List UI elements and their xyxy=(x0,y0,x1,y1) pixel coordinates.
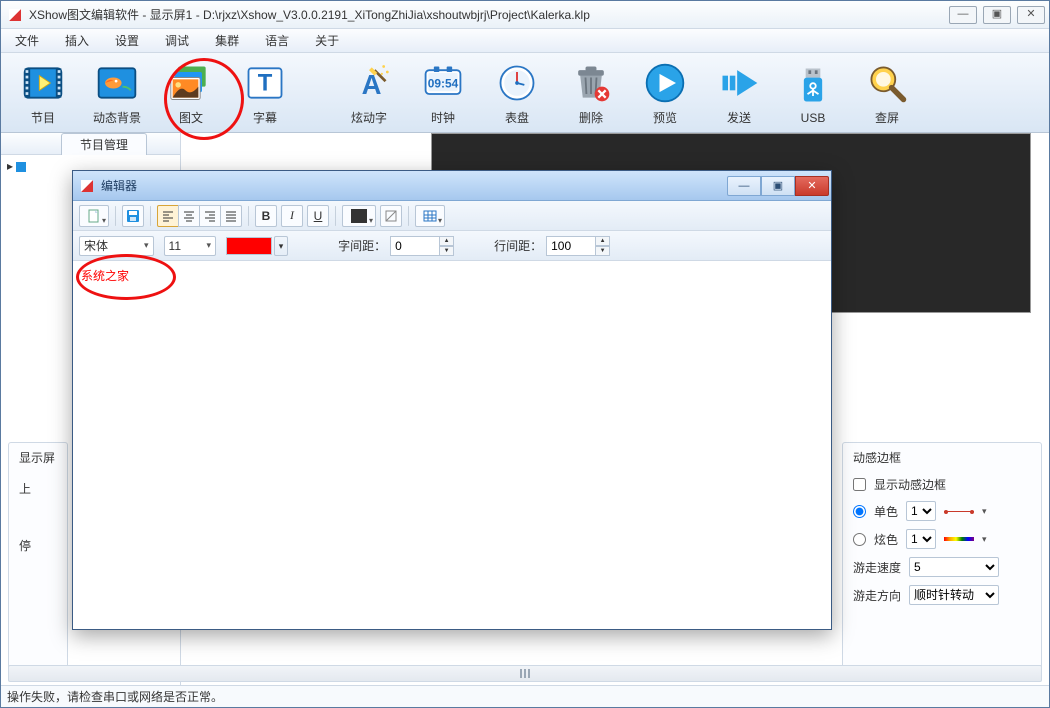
menu-language[interactable]: 语言 xyxy=(265,32,289,49)
new-doc-button[interactable] xyxy=(79,205,109,227)
align-right-button[interactable] xyxy=(199,205,221,227)
underline-button[interactable]: U xyxy=(307,205,329,227)
border-gradient-preview xyxy=(944,537,974,541)
close-button[interactable]: ✕ xyxy=(1017,6,1045,24)
editor-toolbar-2: 宋体▾ 11▾ ▾ 字间距： ▲▼ 行间距： ▲▼ xyxy=(73,231,831,261)
italic-button[interactable]: I xyxy=(281,205,303,227)
tb-usb[interactable]: USB xyxy=(777,56,849,130)
tb-send[interactable]: 发送 xyxy=(703,56,775,130)
border-speed-select[interactable]: 5 xyxy=(909,557,999,577)
line-spacing-field: 行间距： ▲▼ xyxy=(494,236,610,256)
border-panel: 动感边框 显示动感边框 单色 1 ▾ 炫色 1 ▾ 游走速度 5 xyxy=(842,442,1042,680)
editor-close-button[interactable]: ✕ xyxy=(795,176,829,196)
line-spacing-input[interactable] xyxy=(546,236,596,256)
editor-text-area[interactable]: 系统之家 xyxy=(73,261,831,629)
font-family-combo[interactable]: 宋体▾ xyxy=(79,236,154,256)
statusbar: 操作失败，请检查串口或网络是否正常。 xyxy=(1,685,1049,707)
align-center-button[interactable] xyxy=(178,205,200,227)
line-spacing-spinner[interactable]: ▲▼ xyxy=(596,236,610,256)
svg-text:09:54: 09:54 xyxy=(428,77,459,91)
border-gradient-label: 炫色 xyxy=(874,531,898,548)
border-dir-label: 游走方向 xyxy=(853,587,901,604)
display-panel: 显示屏 上 停 xyxy=(8,442,68,680)
editor-sample-text: 系统之家 xyxy=(81,269,129,283)
border-dir-select[interactable]: 顺时针转动 xyxy=(909,585,999,605)
align-group xyxy=(157,205,242,227)
align-justify-button[interactable] xyxy=(220,205,242,227)
editor-icon xyxy=(79,178,95,194)
svg-text:T: T xyxy=(258,69,273,96)
align-left-button[interactable] xyxy=(157,205,179,227)
char-spacing-field: 字间距： ▲▼ xyxy=(338,236,454,256)
display-panel-title: 显示屏 xyxy=(19,449,57,466)
tb-dynamic-bg[interactable]: 动态背景 xyxy=(81,56,153,130)
editor-maximize-button[interactable]: ▣ xyxy=(761,176,795,196)
border-solid-preview xyxy=(944,511,974,512)
tb-animated-text[interactable]: A 炫动字 xyxy=(333,56,405,130)
editor-window-buttons: — ▣ ✕ xyxy=(727,176,829,196)
tb-subtitle[interactable]: T 字幕 xyxy=(229,56,301,130)
editor-window: 编辑器 — ▣ ✕ B I U 宋体▾ 11▾ ▾ 字间距 xyxy=(72,170,832,630)
display-panel-row1: 上 xyxy=(19,480,57,497)
editor-toolbar-1: B I U xyxy=(73,201,831,231)
window-title: XShow图文编辑软件 - 显示屏1 - D:\rjxz\Xshow_V3.0.… xyxy=(29,6,590,23)
tb-dial[interactable]: 表盘 xyxy=(481,56,553,130)
border-speed-label: 游走速度 xyxy=(853,559,901,576)
save-button[interactable] xyxy=(122,205,144,227)
main-titlebar: XShow图文编辑软件 - 显示屏1 - D:\rjxz\Xshow_V3.0.… xyxy=(1,1,1049,29)
status-text: 操作失败，请检查串口或网络是否正常。 xyxy=(7,688,223,705)
font-color-combo[interactable]: ▾ xyxy=(226,236,288,256)
tree-tab-bar: 节目管理 xyxy=(1,133,180,155)
char-spacing-input[interactable] xyxy=(390,236,440,256)
menu-insert[interactable]: 插入 xyxy=(65,32,89,49)
bold-button[interactable]: B xyxy=(255,205,277,227)
tb-clock[interactable]: 09:54 时钟 xyxy=(407,56,479,130)
char-spacing-spinner[interactable]: ▲▼ xyxy=(440,236,454,256)
minimize-button[interactable]: — xyxy=(949,6,977,24)
tb-inspect-screen[interactable]: 查屏 xyxy=(851,56,923,130)
tb-delete[interactable]: 删除 xyxy=(555,56,627,130)
border-solid-radio[interactable] xyxy=(853,505,866,518)
window-buttons: — ▣ ✕ xyxy=(949,6,1045,24)
border-gradient-select[interactable]: 1 xyxy=(906,529,936,549)
editor-titlebar[interactable]: 编辑器 — ▣ ✕ xyxy=(73,171,831,201)
editor-minimize-button[interactable]: — xyxy=(727,176,761,196)
font-size-combo[interactable]: 11▾ xyxy=(164,236,217,256)
menubar: 文件 插入 设置 调试 集群 语言 关于 xyxy=(1,29,1049,53)
menu-about[interactable]: 关于 xyxy=(315,32,339,49)
tb-preview[interactable]: 预览 xyxy=(629,56,701,130)
tb-program[interactable]: 节目 xyxy=(7,56,79,130)
border-gradient-radio[interactable] xyxy=(853,533,866,546)
menu-debug[interactable]: 调试 xyxy=(165,32,189,49)
char-spacing-label: 字间距： xyxy=(338,237,386,254)
show-border-checkbox[interactable] xyxy=(853,478,866,491)
text-color-button[interactable] xyxy=(342,205,376,227)
line-spacing-label: 行间距： xyxy=(494,237,542,254)
border-solid-label: 单色 xyxy=(874,503,898,520)
display-panel-row2: 停 xyxy=(19,537,57,554)
menu-cluster[interactable]: 集群 xyxy=(215,32,239,49)
main-toolbar: 节目 动态背景 图文 T 字幕 A 炫动字 09:54 时钟 表盘 删除 xyxy=(1,53,1049,133)
clear-format-button[interactable] xyxy=(380,205,402,227)
menu-file[interactable]: 文件 xyxy=(15,32,39,49)
editor-title: 编辑器 xyxy=(101,177,727,194)
app-icon xyxy=(7,7,23,23)
border-solid-select[interactable]: 1 xyxy=(906,501,936,521)
tree-tab-program[interactable]: 节目管理 xyxy=(61,133,147,155)
menu-settings[interactable]: 设置 xyxy=(115,32,139,49)
insert-table-button[interactable] xyxy=(415,205,445,227)
maximize-button[interactable]: ▣ xyxy=(983,6,1011,24)
show-border-label: 显示动感边框 xyxy=(874,476,946,493)
horizontal-scrollbar[interactable] xyxy=(8,665,1042,682)
tb-image-text[interactable]: 图文 xyxy=(155,56,227,130)
border-panel-title: 动感边框 xyxy=(853,449,1031,466)
